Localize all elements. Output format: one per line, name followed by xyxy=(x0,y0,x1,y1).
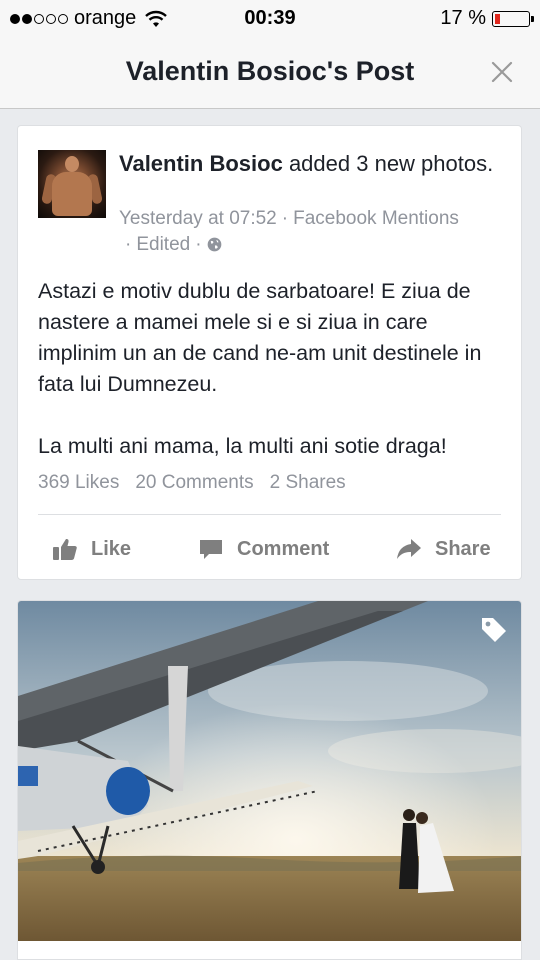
post-stats: 369 Likes 20 Comments 2 Shares xyxy=(38,472,346,494)
tag-icon[interactable] xyxy=(479,615,509,645)
page-title: Valentin Bosioc's Post xyxy=(125,56,415,86)
avatar[interactable] xyxy=(38,150,106,218)
post-paragraph: La multi ani mama, la multi ani sotie dr… xyxy=(38,434,447,458)
post-action-text: added 3 new photos. xyxy=(282,151,494,176)
share-label: Share xyxy=(435,537,491,560)
battery-icon xyxy=(492,10,534,27)
thumbs-up-icon xyxy=(53,538,77,560)
post-photo[interactable] xyxy=(18,601,522,941)
comment-button[interactable]: Comment xyxy=(197,529,329,569)
share-button[interactable]: Share xyxy=(395,529,491,569)
likes-count[interactable]: 369 Likes xyxy=(38,472,119,494)
post-body: Astazi e motiv dublu de sarbatoare! E zi… xyxy=(38,276,508,462)
status-right: 17 % xyxy=(440,7,534,30)
status-bar: orange 00:39 17 % xyxy=(0,0,540,36)
post-source[interactable]: Facebook Mentions xyxy=(293,208,459,229)
like-button[interactable]: Like xyxy=(51,529,131,569)
post-actions: Like Comment Share xyxy=(18,529,521,569)
header-bar: Valentin Bosioc's Post xyxy=(0,36,540,109)
like-label: Like xyxy=(91,537,132,560)
shares-count[interactable]: 2 Shares xyxy=(270,472,346,494)
post-paragraph: Astazi e motiv dublu de sarbatoare! E zi… xyxy=(38,279,482,396)
author-name[interactable]: Valentin Bosioc xyxy=(119,151,283,176)
globe-icon[interactable] xyxy=(207,237,222,252)
photo-card xyxy=(17,600,522,960)
post-meta: Yesterday at 07:52 · Facebook Mentions · Ed… xyxy=(119,208,459,255)
battery-level xyxy=(495,13,500,24)
comment-label: Comment xyxy=(237,537,330,560)
close-icon[interactable] xyxy=(488,58,516,86)
divider xyxy=(38,514,501,515)
battery-percent: 17 % xyxy=(440,7,486,29)
post-card: Valentin Bosioc added 3 new photos. Yest… xyxy=(17,125,522,580)
post-timestamp[interactable]: Yesterday at 07:52 xyxy=(119,208,277,229)
post-header: Valentin Bosioc added 3 new photos. xyxy=(119,150,499,177)
edited-label[interactable]: Edited xyxy=(136,234,190,255)
comments-count[interactable]: 20 Comments xyxy=(135,472,253,494)
share-arrow-icon xyxy=(397,539,421,559)
comment-icon xyxy=(200,540,222,559)
